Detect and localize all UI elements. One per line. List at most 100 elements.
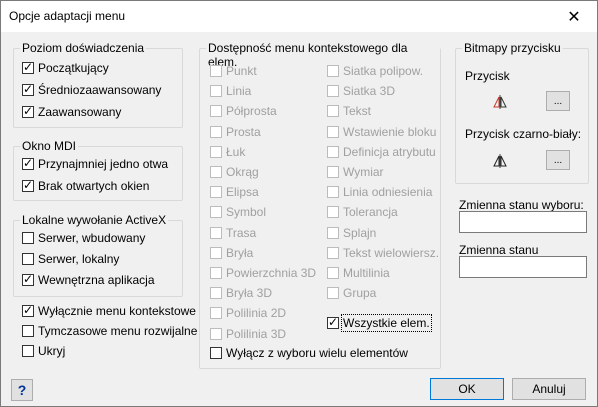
checkbox[interactable] <box>22 272 34 286</box>
context-element-option: Linia odniesienia <box>327 184 432 200</box>
checkbox[interactable] <box>22 345 34 357</box>
checkbox <box>327 145 339 158</box>
checkbox <box>210 267 222 279</box>
checkbox <box>327 85 339 98</box>
checkbox-label: Zaawansowany <box>38 105 122 119</box>
checkbox-label: Polilinia 2D <box>226 306 287 321</box>
checkbox-label: Grupa <box>343 286 377 301</box>
context-element-option: Siatka 3D <box>327 83 395 99</box>
checkbox-label: Okrąg <box>226 165 259 179</box>
context-element-option: Siatka polipow. <box>327 63 423 79</box>
checkbox <box>327 186 339 199</box>
all-elements-checkbox[interactable]: Wszystkie elem. <box>327 314 432 332</box>
checkbox-label: Tymczasowe menu rozwijalne <box>38 324 198 338</box>
checkbox <box>327 105 339 118</box>
context-element-option: Splajn <box>327 225 376 241</box>
checkbox <box>327 226 339 239</box>
checkbox-label: Tekst <box>343 104 372 119</box>
context-element-option: Bryła <box>210 245 253 261</box>
activex-option[interactable]: Serwer, wbudowany <box>22 230 145 246</box>
mdi-option[interactable]: Brak otwartych okien <box>22 178 149 194</box>
checkbox <box>210 287 222 300</box>
context-element-option: Grupa <box>327 285 376 301</box>
activex-legend: Lokalne wywołanie ActiveX <box>20 213 169 227</box>
checkbox[interactable] <box>22 178 34 192</box>
checkbox[interactable] <box>22 156 34 170</box>
context-element-option: Definicja atrybutu <box>327 144 436 160</box>
checkbox[interactable] <box>210 347 222 359</box>
context-element-option: Polilinia 2D <box>210 305 286 321</box>
selection-var-input[interactable] <box>459 211 587 233</box>
context-element-option: Łuk <box>210 144 245 160</box>
checkbox <box>210 145 222 158</box>
button-bitmap-label: Przycisk <box>465 69 510 83</box>
checkbox[interactable] <box>22 303 34 317</box>
checkbox-label: Średniozaawansowany <box>38 83 162 97</box>
mdi-legend: Okno MDI <box>20 139 79 153</box>
experience-option[interactable]: Średniozaawansowany <box>22 82 161 98</box>
experience-option[interactable]: Zaawansowany <box>22 104 121 120</box>
checkbox <box>327 125 339 138</box>
extra-option[interactable]: Tymczasowe menu rozwijalne <box>22 323 197 339</box>
checkbox-label: Ukryj <box>38 344 66 358</box>
experience-option[interactable]: Początkujący <box>22 60 109 76</box>
checkbox[interactable] <box>22 82 34 96</box>
checkbox <box>210 226 222 239</box>
checkbox <box>210 327 222 340</box>
checkbox-label: Linia <box>226 84 252 99</box>
context-element-option: Multilinia <box>327 265 390 281</box>
extra-option[interactable]: Wyłącznie menu kontekstowe <box>22 303 196 319</box>
context-element-option: Tekst wielowiersz. <box>327 245 439 261</box>
checkbox-label: Tekst wielowiersz. <box>343 245 440 260</box>
checkbox <box>210 166 222 178</box>
checkbox[interactable] <box>22 325 34 337</box>
context-element-option: Symbol <box>210 204 266 220</box>
extra-option[interactable]: Ukryj <box>22 343 65 359</box>
activex-option[interactable]: Wewnętrzna aplikacja <box>22 272 155 288</box>
context-element-option: Prosta <box>210 124 261 140</box>
checkbox[interactable] <box>22 104 34 118</box>
checkbox-label: Bryła <box>226 245 254 260</box>
selection-var-label: Zmienna stanu wyboru: <box>459 198 584 212</box>
context-element-option: Elipsa <box>210 184 259 200</box>
checkbox-label: Wyłącz z wyboru wielu elementów <box>226 346 408 360</box>
checkbox <box>210 206 222 219</box>
cancel-button[interactable]: Anuluj <box>512 378 586 400</box>
context-element-option: Powierzchnia 3D <box>210 265 316 281</box>
checkbox-label: Wewnętrzna aplikacja <box>38 273 155 287</box>
experience-legend: Poziom doświadczenia <box>20 41 147 55</box>
context-element-option: Trasa <box>210 225 256 241</box>
context-element-option: Tolerancja <box>327 204 398 220</box>
checkbox-label: Elipsa <box>226 185 259 200</box>
exclude-multi-selection-checkbox[interactable]: Wyłącz z wyboru wielu elementów <box>210 345 408 361</box>
checkbox <box>327 166 339 178</box>
checkbox-label: Brak otwartych okien <box>38 179 150 193</box>
button-bitmap-icon <box>493 95 507 109</box>
checkbox-label: Trasa <box>226 225 257 240</box>
checkbox[interactable] <box>327 315 339 329</box>
state-var-input[interactable] <box>459 256 587 278</box>
help-button[interactable]: ? <box>11 379 33 401</box>
context-element-option: Linia <box>210 83 251 99</box>
checkbox-label: Bryła 3D <box>226 286 273 301</box>
checkbox[interactable] <box>22 60 34 74</box>
bw-bitmap-label: Przycisk czarno-biały: <box>465 127 582 141</box>
checkbox <box>327 267 339 279</box>
activex-option[interactable]: Serwer, lokalny <box>22 251 119 267</box>
checkbox <box>327 246 339 259</box>
checkbox-label: Serwer, lokalny <box>38 252 120 266</box>
context-element-option: Bryła 3D <box>210 285 272 301</box>
mdi-option[interactable]: Przynajmniej jedno otwa <box>22 156 168 172</box>
checkbox[interactable] <box>22 253 34 265</box>
checkbox-label: Linia odniesienia <box>343 185 433 200</box>
window-title: Opcje adaptacji menu <box>9 9 126 23</box>
close-icon[interactable]: ✕ <box>551 1 597 32</box>
button-bitmap-browse-button[interactable]: ... <box>546 91 570 111</box>
checkbox-label: Definicja atrybutu <box>343 144 436 159</box>
context-element-option: Tekst <box>327 103 371 119</box>
ok-button[interactable]: OK <box>430 378 504 400</box>
bw-bitmap-browse-button[interactable]: ... <box>546 150 570 170</box>
checkbox <box>327 206 339 219</box>
checkbox-label: Multilinia <box>343 266 390 280</box>
checkbox[interactable] <box>22 232 34 244</box>
